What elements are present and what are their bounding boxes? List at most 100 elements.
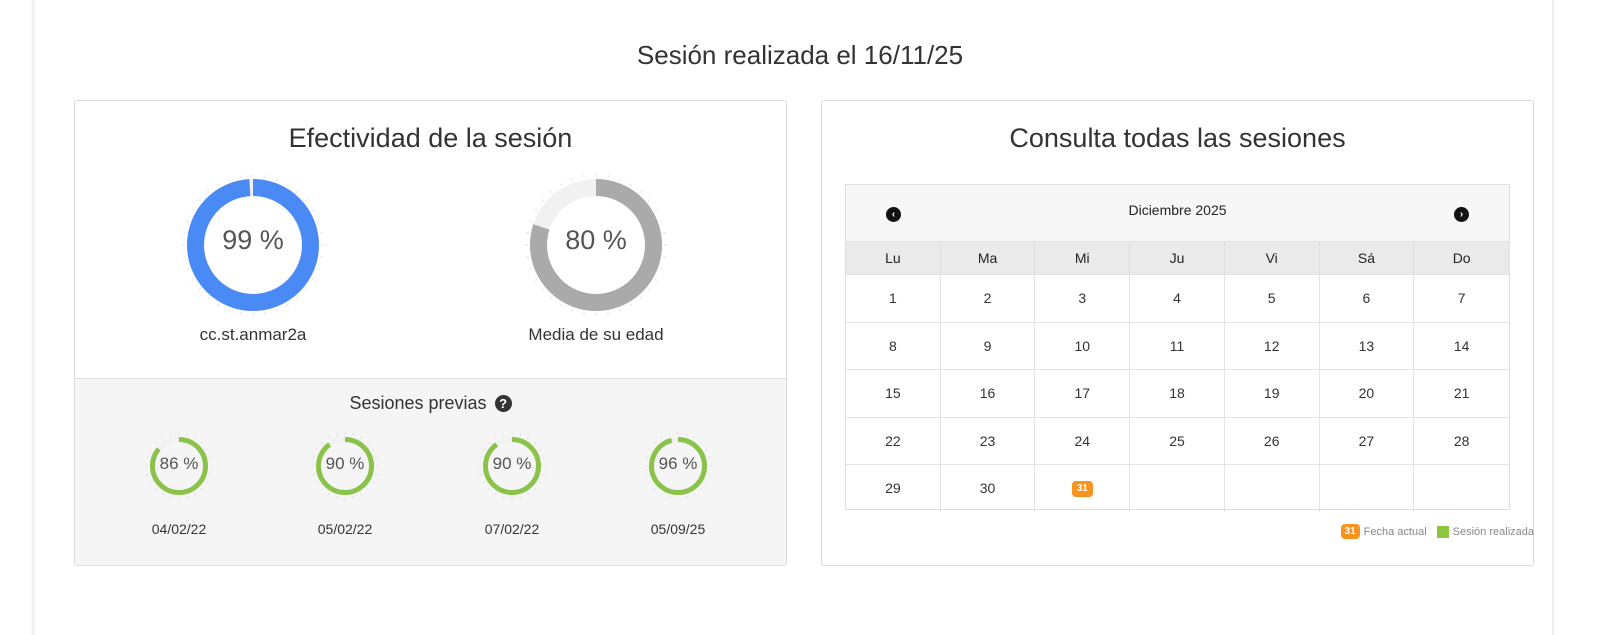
calendar-day-cell[interactable]: 18	[1130, 369, 1225, 417]
calendar-day-cell[interactable]: 1	[846, 274, 941, 322]
calendar-day-cell[interactable]: 10	[1035, 321, 1131, 369]
age-average-gauge: 80 %	[524, 173, 668, 317]
gauge-tick	[560, 183, 563, 187]
today-badge[interactable]: 31	[1071, 481, 1093, 498]
gauge-tick	[647, 198, 651, 202]
gauge-tick	[352, 495, 355, 499]
gauge-tick	[304, 288, 308, 292]
calendar-day-cell[interactable]: 27	[1319, 416, 1415, 464]
gauge-tick	[693, 436, 696, 440]
gauge-tick	[607, 311, 609, 316]
calendar: ‹ Diciembre 2025 › Lu Ma Mi Ju Vi Sá Do 1 2 3 4 5 6 7…	[845, 184, 1510, 512]
gauge-tick	[217, 303, 220, 307]
gauge-tick	[645, 473, 649, 476]
calendar-day-number: 5	[1267, 290, 1276, 306]
calendar-day-cell[interactable]: 28	[1414, 416, 1509, 465]
calendar-day-cell[interactable]: 8	[846, 321, 941, 369]
calendar-day-number: 24	[1074, 432, 1091, 449]
gauge-tick	[205, 481, 209, 484]
gauge-tick	[327, 436, 330, 440]
gauge-tick	[154, 487, 158, 491]
gauge-tick	[311, 278, 315, 281]
gauge-tick	[583, 311, 585, 316]
calendar-day-cell[interactable]: 2	[940, 274, 1036, 322]
calendar-day-cell[interactable]: 23	[940, 416, 1036, 464]
calendar-day-cell[interactable]: 6	[1319, 274, 1415, 322]
gauge-tick	[647, 288, 651, 292]
calendar-day-cell[interactable]: 30	[940, 464, 1036, 512]
gauge-tick	[629, 183, 632, 187]
gauge-tick	[653, 441, 657, 445]
calendar-day-cell[interactable]: 3	[1035, 274, 1131, 322]
gauge-tick	[519, 495, 522, 499]
calendar-day-cell[interactable]: 7	[1414, 274, 1509, 322]
gauge-tick	[194, 492, 197, 496]
gauge-tick	[335, 433, 338, 437]
gauge-tick	[316, 220, 320, 223]
gauge-tick	[660, 436, 663, 440]
gauge-tick	[648, 481, 652, 484]
calendar-day-cell[interactable]: 5	[1224, 274, 1320, 322]
gauge-tick	[186, 495, 189, 499]
gauge-tick	[482, 448, 486, 451]
calendar-day-cell[interactable]: 20	[1319, 369, 1415, 417]
gauge-tick	[538, 481, 542, 484]
calendar-day-cell[interactable]: 11	[1130, 321, 1225, 369]
calendar-day-cell[interactable]: 17	[1035, 369, 1131, 417]
calendar-day-cell[interactable]: 15	[846, 369, 941, 417]
calendar-day-cell	[1224, 464, 1320, 512]
chevron-right-circle-icon[interactable]: ›	[1454, 207, 1469, 222]
calendar-grid: Lu Ma Mi Ju Vi Sá Do 1 2 3 4 5 6 7 8 9 10 11 12 13 14 15 16 17 1…	[846, 242, 1509, 512]
gauge-tick	[659, 267, 663, 270]
calendar-day-cell[interactable]: 21	[1414, 369, 1509, 417]
gauge-tick	[352, 433, 355, 437]
gauge-tick	[527, 436, 530, 440]
gauge-tick	[662, 256, 667, 258]
gauge-tick	[541, 473, 545, 476]
gauge-tick	[194, 436, 197, 440]
calendar-day-cell[interactable]: 26	[1224, 416, 1320, 464]
calendar-day-cell[interactable]: 31	[1035, 464, 1131, 512]
gauge-tick	[654, 209, 658, 212]
gauge-value: 96 %	[658, 454, 698, 473]
calendar-day-cell[interactable]: 9	[940, 321, 1036, 369]
calendar-day-cell[interactable]: 29	[846, 464, 941, 512]
calendar-day-cell[interactable]: 13	[1319, 321, 1415, 369]
gauge-tick	[366, 487, 370, 491]
question-circle-icon[interactable]: ?	[494, 395, 512, 412]
gauge-tick	[648, 448, 652, 451]
gauge-tick	[200, 441, 204, 445]
gauge-tick	[374, 473, 378, 476]
gauge-tick	[366, 441, 370, 445]
gauge-tick	[228, 308, 231, 312]
gauge-tick	[296, 296, 300, 300]
gauge-tick	[527, 492, 530, 496]
gauge-tick	[240, 311, 242, 316]
gauge-tick	[200, 487, 204, 491]
gauge-tick	[315, 481, 319, 484]
calendar-day-cell[interactable]: 4	[1130, 274, 1225, 322]
gauge-tick	[529, 220, 533, 223]
gauge-tick	[296, 190, 300, 194]
calendar-day-cell[interactable]: 24	[1035, 416, 1131, 464]
gauge-tick	[198, 288, 202, 292]
previous-session-gauge: 96 %	[643, 431, 713, 501]
calendar-day-cell[interactable]: 25	[1130, 416, 1225, 464]
gauge-tick	[502, 495, 505, 499]
calendar-day-number: 8	[888, 337, 897, 354]
gauge-tick	[320, 487, 324, 491]
calendar-day-cell[interactable]: 16	[940, 369, 1036, 417]
gauge-tick	[660, 492, 663, 496]
gauge-tick	[519, 433, 522, 437]
calendar-day-number: 11	[1169, 337, 1185, 354]
calendar-day-cell[interactable]: 22	[846, 416, 941, 464]
gauge-tick	[335, 495, 338, 499]
gauge-tick	[264, 311, 266, 316]
gauge-tick	[154, 441, 158, 445]
calendar-day-cell[interactable]: 19	[1224, 369, 1320, 417]
calendar-day-cell[interactable]: 12	[1224, 321, 1320, 369]
gauge-tick	[541, 198, 545, 202]
calendar-day-cell[interactable]: 14	[1414, 321, 1509, 370]
calendar-day-number: 17	[1074, 385, 1091, 401]
calendar-day-number: 27	[1358, 432, 1375, 449]
